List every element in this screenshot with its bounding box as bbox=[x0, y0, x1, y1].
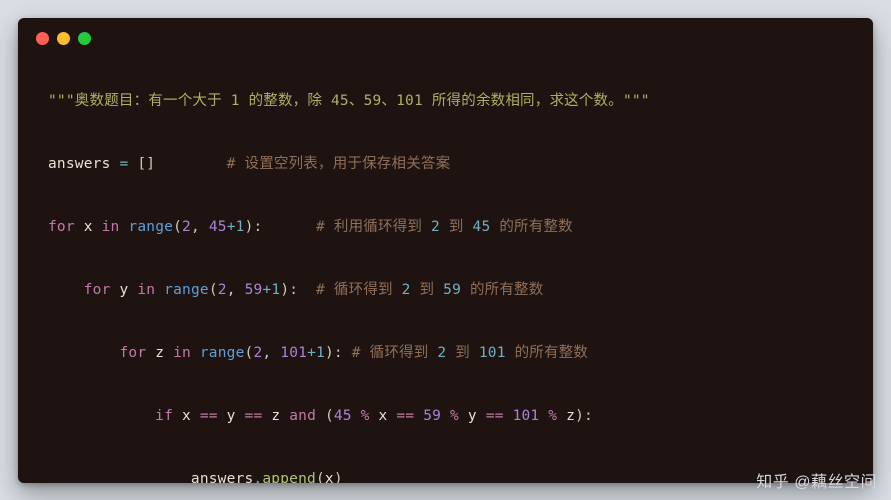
num-59: 59 bbox=[423, 408, 441, 424]
comment-marker: # bbox=[262, 219, 333, 235]
var-z: z bbox=[271, 408, 280, 424]
line-if: if x == y == z and (45 % x == 59 % y == … bbox=[48, 406, 849, 427]
op-assign: = bbox=[111, 156, 138, 172]
op-plus1: +1 bbox=[307, 345, 325, 361]
op-mod: % bbox=[352, 408, 379, 424]
comment-z: 的所有整数 bbox=[506, 345, 588, 361]
window-traffic-lights bbox=[36, 32, 91, 45]
line-for-x: for x in range(2, 45+1): # 利用循环得到 2 到 45… bbox=[48, 217, 849, 238]
comment-marker: # bbox=[298, 282, 334, 298]
op-mod: % bbox=[539, 408, 566, 424]
op-plus1: +1 bbox=[227, 219, 245, 235]
num-45: 45 bbox=[334, 408, 352, 424]
comment-x: 的所有整数 bbox=[490, 219, 572, 235]
code-block: """奥数题目：有一个大于 1 的整数，除 45、59、101 所得的余数相同，… bbox=[48, 70, 849, 483]
kw-in: in bbox=[173, 345, 191, 361]
watermark: 知乎 @藕丝空间 bbox=[756, 468, 877, 492]
zoom-icon[interactable] bbox=[78, 32, 91, 45]
var-y: y bbox=[227, 408, 236, 424]
line-for-y: for y in range(2, 59+1): # 循环得到 2 到 59 的… bbox=[48, 280, 849, 301]
comment-num: 2 bbox=[431, 219, 440, 235]
comment-x: 到 bbox=[440, 219, 473, 235]
var-z: z bbox=[566, 408, 575, 424]
num-2: 2 bbox=[182, 219, 191, 235]
num-45: 45 bbox=[209, 219, 227, 235]
comment-y: 到 bbox=[411, 282, 444, 298]
kw-in: in bbox=[102, 219, 120, 235]
identifier-answers: answers bbox=[191, 471, 254, 483]
line-append: answers.append(x) bbox=[48, 469, 849, 483]
op-eq: == bbox=[236, 408, 272, 424]
comment-num: 2 bbox=[402, 282, 411, 298]
method-append: append bbox=[262, 471, 316, 483]
fn-range: range bbox=[200, 345, 245, 361]
kw-for: for bbox=[48, 219, 75, 235]
kw-and: and bbox=[289, 408, 316, 424]
fn-range: range bbox=[128, 219, 173, 235]
comment-z: 到 bbox=[446, 345, 479, 361]
comment-num: 2 bbox=[437, 345, 446, 361]
identifier-answers: answers bbox=[48, 156, 111, 172]
kw-if: if bbox=[155, 408, 173, 424]
line-answers-init: answers = [] # 设置空列表，用于保存相关答案 bbox=[48, 154, 849, 175]
comment-num: 101 bbox=[479, 345, 506, 361]
comment-marker: # bbox=[155, 156, 244, 172]
op-mod: % bbox=[441, 408, 468, 424]
code-window: """奥数题目：有一个大于 1 的整数，除 45、59、101 所得的余数相同，… bbox=[18, 18, 873, 483]
op-eq: == bbox=[191, 408, 227, 424]
comment-num: 59 bbox=[443, 282, 461, 298]
close-icon[interactable] bbox=[36, 32, 49, 45]
line-for-z: for z in range(2, 101+1): # 循环得到 2 到 101… bbox=[48, 343, 849, 364]
num-101: 101 bbox=[280, 345, 307, 361]
var-x: x bbox=[325, 471, 334, 483]
minimize-icon[interactable] bbox=[57, 32, 70, 45]
num-2: 2 bbox=[218, 282, 227, 298]
comment-num: 45 bbox=[473, 219, 491, 235]
literal-empty-list: [] bbox=[137, 156, 155, 172]
docstring: """奥数题目：有一个大于 1 的整数，除 45、59、101 所得的余数相同，… bbox=[48, 93, 650, 109]
var-x: x bbox=[84, 219, 93, 235]
op-eq: == bbox=[387, 408, 423, 424]
num-59: 59 bbox=[245, 282, 263, 298]
line-docstring: """奥数题目：有一个大于 1 的整数，除 45、59、101 所得的余数相同，… bbox=[48, 91, 849, 112]
comment-marker: # bbox=[343, 345, 370, 361]
comment-y: 的所有整数 bbox=[461, 282, 543, 298]
comment-answers: 设置空列表，用于保存相关答案 bbox=[245, 156, 451, 172]
fn-range: range bbox=[164, 282, 209, 298]
comment-z: 循环得到 bbox=[370, 345, 438, 361]
kw-in: in bbox=[137, 282, 155, 298]
var-z: z bbox=[155, 345, 164, 361]
kw-for: for bbox=[119, 345, 146, 361]
var-x: x bbox=[182, 408, 191, 424]
num-101: 101 bbox=[513, 408, 540, 424]
comment-y: 循环得到 bbox=[334, 282, 402, 298]
comment-x: 利用循环得到 bbox=[334, 219, 431, 235]
op-plus1: +1 bbox=[262, 282, 280, 298]
var-y: y bbox=[468, 408, 477, 424]
kw-for: for bbox=[84, 282, 111, 298]
op-eq: == bbox=[477, 408, 513, 424]
